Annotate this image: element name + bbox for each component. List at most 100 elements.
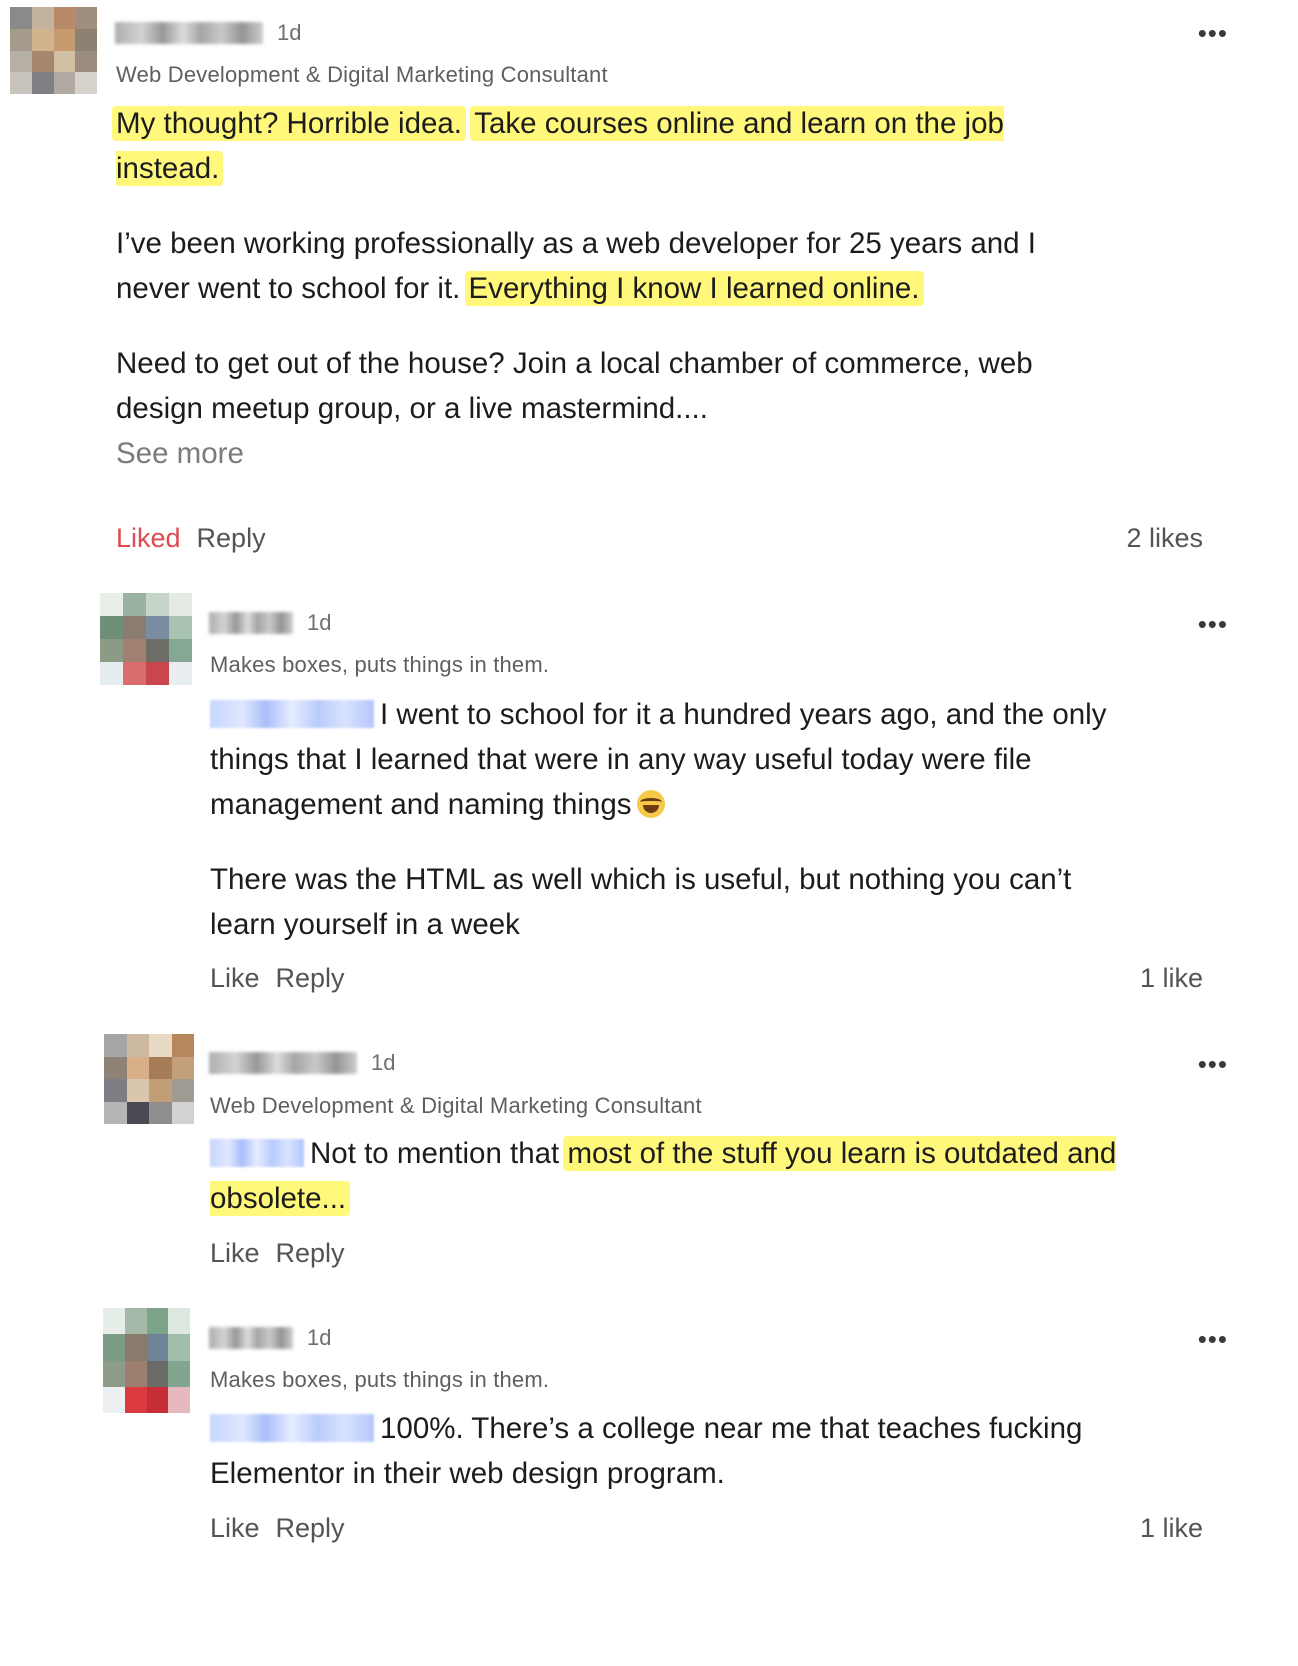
avatar-pixel — [103, 1308, 125, 1335]
avatar-pixel — [146, 662, 169, 685]
avatar-pixel — [75, 72, 97, 94]
avatar-pixel — [53, 50, 76, 73]
more-options-icon[interactable]: ••• — [1198, 1326, 1228, 1352]
more-options-icon[interactable]: ••• — [1198, 1051, 1228, 1077]
avatar-pixel — [124, 1308, 147, 1335]
author-row: 1d — [115, 18, 301, 48]
mention-redacted[interactable] — [210, 700, 374, 728]
comment-actions: Like Reply — [210, 963, 345, 994]
comment-paragraph: I went to school for it a hundred years … — [210, 692, 1130, 827]
avatar[interactable] — [104, 1034, 194, 1124]
avatar-pixel — [100, 662, 123, 685]
laughing-emoji-icon — [637, 790, 666, 818]
avatar-pixel — [146, 1386, 169, 1413]
avatar[interactable] — [100, 593, 192, 685]
author-headline: Web Development & Digital Marketing Cons… — [210, 1093, 702, 1118]
avatar-pixel — [124, 1360, 147, 1387]
more-options-icon[interactable]: ••• — [1198, 20, 1228, 46]
author-name-redacted[interactable] — [115, 22, 263, 44]
avatar-pixel — [53, 72, 76, 94]
like-button[interactable]: Liked — [116, 523, 181, 554]
avatar-pixel — [171, 1034, 194, 1057]
reply-comment: 1d ••• Makes boxes, puts things in them.… — [0, 590, 1298, 1010]
avatar-pixel — [126, 1079, 149, 1102]
comment-actions: Liked Reply — [116, 523, 266, 554]
reply-button[interactable]: Reply — [276, 1513, 345, 1544]
timestamp: 1d — [307, 610, 332, 635]
avatar-pixel — [169, 593, 192, 616]
avatar-pixel — [104, 1101, 127, 1124]
avatar-pixel — [168, 1308, 190, 1335]
author-row: 1d — [209, 1048, 395, 1078]
avatar-pixel — [100, 639, 123, 662]
timestamp: 1d — [371, 1050, 396, 1075]
comment-actions: Like Reply — [210, 1238, 345, 1269]
reply-button[interactable]: Reply — [276, 963, 345, 994]
avatar-pixel — [149, 1056, 172, 1079]
avatar-pixel — [100, 616, 123, 639]
comment-paragraph: My thought? Horrible idea. Take courses … — [112, 101, 1116, 191]
reply-comment: 1d ••• Web Development & Digital Marketi… — [0, 1030, 1298, 1290]
reply-button[interactable]: Reply — [197, 523, 266, 554]
avatar-pixel — [75, 28, 97, 51]
avatar-pixel — [31, 50, 54, 73]
avatar-pixel — [146, 1334, 169, 1361]
avatar-pixel — [123, 639, 146, 662]
avatar-pixel — [10, 72, 32, 94]
avatar-pixel — [169, 616, 192, 639]
like-button[interactable]: Like — [210, 1238, 260, 1269]
avatar-pixel — [168, 1360, 190, 1387]
author-row: 1d — [209, 608, 331, 638]
avatar-pixel — [171, 1079, 194, 1102]
comment-paragraph: Not to mention that most of the stuff yo… — [210, 1131, 1130, 1221]
avatar[interactable] — [10, 7, 97, 94]
comment-body: My thought? Horrible idea. Take courses … — [112, 101, 1116, 476]
author-name-redacted[interactable] — [209, 612, 293, 634]
avatar-pixel — [103, 1360, 125, 1387]
avatar-pixel — [10, 50, 32, 73]
avatar-pixel — [75, 50, 97, 73]
comment: 1d ••• Web Development & Digital Marketi… — [0, 0, 1298, 570]
mention-redacted[interactable] — [210, 1414, 374, 1442]
author-row: 1d — [209, 1323, 331, 1353]
likes-count[interactable]: 2 likes — [1126, 523, 1203, 554]
comment-body: 100%. There’s a college near me that tea… — [210, 1406, 1130, 1496]
author-headline: Makes boxes, puts things in them. — [210, 1367, 550, 1392]
avatar-pixel — [124, 1386, 147, 1413]
avatar-pixel — [104, 1079, 127, 1102]
author-headline: Makes boxes, puts things in them. — [210, 652, 550, 677]
avatar-pixel — [104, 1056, 127, 1079]
avatar[interactable] — [103, 1308, 190, 1413]
avatar-pixel — [124, 1334, 147, 1361]
highlighted-text: My thought? Horrible idea. — [112, 106, 466, 141]
avatar-pixel — [53, 7, 76, 29]
more-options-icon[interactable]: ••• — [1198, 611, 1228, 637]
avatar-pixel — [169, 662, 192, 685]
avatar-pixel — [123, 662, 146, 685]
reply-button[interactable]: Reply — [276, 1238, 345, 1269]
avatar-pixel — [146, 1308, 169, 1335]
highlighted-text: Everything I know I learned online. — [464, 271, 924, 306]
avatar-pixel — [100, 593, 123, 616]
likes-count[interactable]: 1 like — [1140, 963, 1203, 994]
like-button[interactable]: Like — [210, 963, 260, 994]
avatar-pixel — [31, 7, 54, 29]
likes-count[interactable]: 1 like — [1140, 1513, 1203, 1544]
comment-text: There was the HTML as well which is usef… — [210, 863, 1072, 941]
comment-actions: Like Reply — [210, 1513, 345, 1544]
author-name-redacted[interactable] — [209, 1327, 293, 1349]
author-name-redacted[interactable] — [209, 1052, 357, 1074]
comment-body: I went to school for it a hundred years … — [210, 692, 1130, 947]
timestamp: 1d — [307, 1325, 332, 1350]
see-more-link[interactable]: See more — [116, 431, 1116, 476]
like-button[interactable]: Like — [210, 1513, 260, 1544]
comment-paragraph: Need to get out of the house? Join a loc… — [116, 341, 1116, 431]
avatar-pixel — [171, 1056, 194, 1079]
avatar-pixel — [31, 72, 54, 94]
avatar-pixel — [10, 28, 32, 51]
avatar-pixel — [146, 1360, 169, 1387]
avatar-pixel — [75, 7, 97, 29]
mention-redacted[interactable] — [210, 1139, 304, 1167]
comment-paragraph: There was the HTML as well which is usef… — [210, 857, 1130, 947]
avatar-pixel — [126, 1056, 149, 1079]
